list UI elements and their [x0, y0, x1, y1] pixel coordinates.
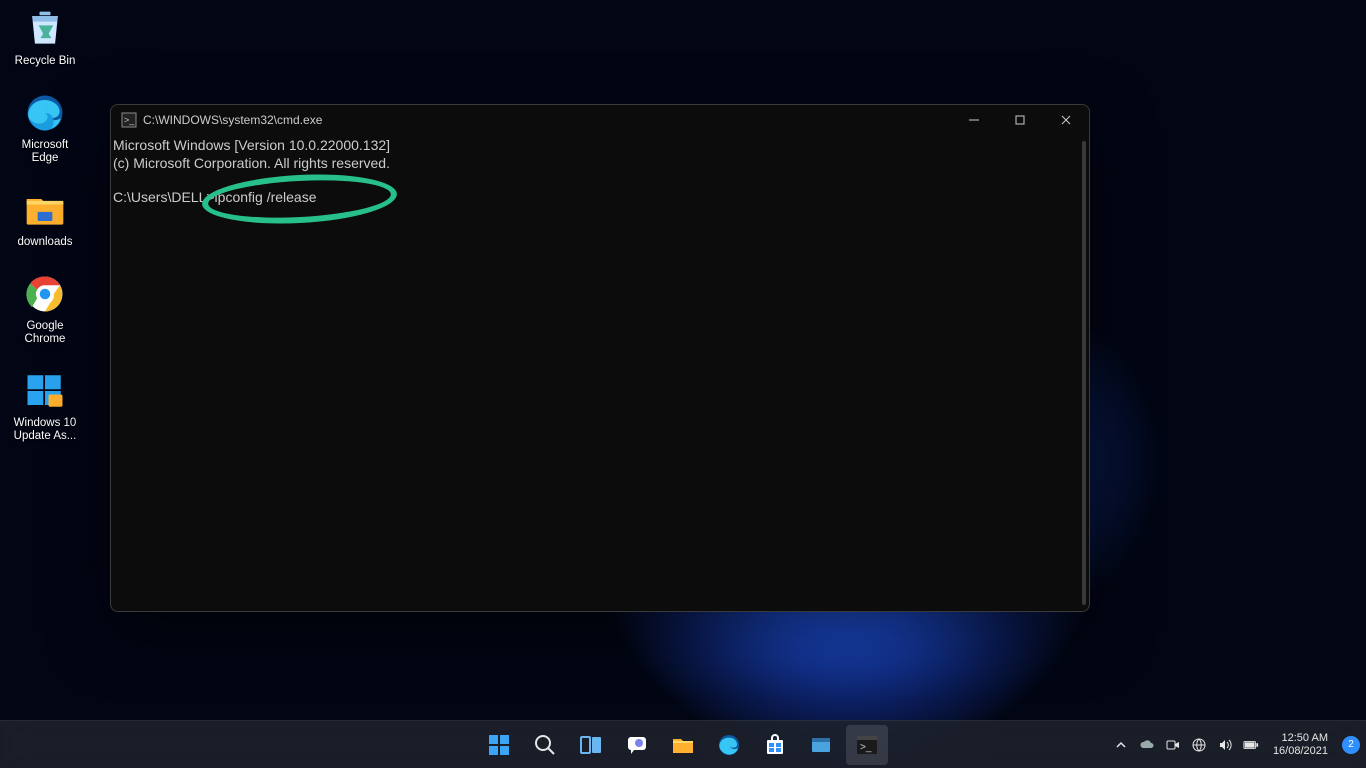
cmd-banner-line1: Microsoft Windows [Version 10.0.22000.13…	[113, 137, 390, 153]
svg-text:>_: >_	[124, 115, 135, 125]
tray-onedrive-icon[interactable]	[1139, 737, 1155, 753]
edge-icon	[22, 90, 68, 136]
taskbar-search[interactable]	[524, 725, 566, 765]
desktop-icon-downloads[interactable]: downloads	[6, 187, 84, 249]
tray-date: 16/08/2021	[1273, 745, 1328, 758]
desktop-icon-edge[interactable]: Microsoft Edge	[6, 90, 84, 165]
desktop[interactable]: Recycle Bin Microsoft Edge downloads Goo…	[0, 0, 1366, 768]
taskbar-chat[interactable]	[616, 725, 658, 765]
taskbar-taskview[interactable]	[570, 725, 612, 765]
taskbar-store[interactable]	[754, 725, 796, 765]
tray-battery-icon[interactable]	[1243, 737, 1259, 753]
cmd-app-icon: >_	[121, 112, 137, 128]
desktop-icon-label: downloads	[18, 236, 73, 249]
cmd-title-text: C:\WINDOWS\system32\cmd.exe	[143, 113, 951, 127]
chrome-icon	[22, 271, 68, 317]
taskbar-start[interactable]	[478, 725, 520, 765]
svg-text:>_: >_	[860, 742, 872, 753]
tray-volume-icon[interactable]	[1217, 737, 1233, 753]
tray-meetnow-icon[interactable]	[1165, 737, 1181, 753]
close-button[interactable]	[1043, 105, 1089, 135]
taskbar[interactable]: >_ 12:50 AM 16/08/2021 2	[0, 720, 1366, 768]
cmd-titlebar[interactable]: >_ C:\WINDOWS\system32\cmd.exe	[111, 105, 1089, 135]
maximize-button[interactable]	[997, 105, 1043, 135]
desktop-icon-label: Recycle Bin	[15, 55, 76, 68]
folder-icon	[22, 187, 68, 233]
cmd-terminal[interactable]: Microsoft Windows [Version 10.0.22000.13…	[111, 135, 1089, 611]
cmd-banner-line2: (c) Microsoft Corporation. All rights re…	[113, 155, 390, 171]
desktop-icons: Recycle Bin Microsoft Edge downloads Goo…	[6, 6, 86, 465]
desktop-icon-recycle-bin[interactable]: Recycle Bin	[6, 6, 84, 68]
tray-notification-badge[interactable]: 2	[1342, 736, 1360, 754]
minimize-button[interactable]	[951, 105, 997, 135]
tray-chevron-up-icon[interactable]	[1113, 737, 1129, 753]
taskbar-settings-app[interactable]	[800, 725, 842, 765]
desktop-icon-label: Google Chrome	[7, 320, 83, 346]
taskbar-edge[interactable]	[708, 725, 750, 765]
windows-update-icon	[22, 368, 68, 414]
taskbar-systray: 12:50 AM 16/08/2021 2	[1113, 732, 1360, 758]
taskbar-cmd[interactable]: >_	[846, 725, 888, 765]
recycle-bin-icon	[22, 6, 68, 52]
cmd-command: ipconfig /release	[215, 189, 317, 205]
desktop-icon-label: Microsoft Edge	[7, 139, 83, 165]
cmd-prompt: C:\Users\DELL>	[113, 189, 215, 205]
tray-language-icon[interactable]	[1191, 737, 1207, 753]
cmd-scrollbar[interactable]	[1082, 141, 1086, 605]
tray-icons	[1139, 737, 1259, 753]
tray-time: 12:50 AM	[1273, 732, 1328, 745]
cmd-window[interactable]: >_ C:\WINDOWS\system32\cmd.exe Microsoft…	[110, 104, 1090, 612]
tray-clock[interactable]: 12:50 AM 16/08/2021	[1273, 732, 1328, 758]
desktop-icon-label: Windows 10 Update As...	[7, 417, 83, 443]
desktop-icon-chrome[interactable]: Google Chrome	[6, 271, 84, 346]
taskbar-center: >_	[478, 725, 888, 765]
taskbar-explorer[interactable]	[662, 725, 704, 765]
desktop-icon-win10-update[interactable]: Windows 10 Update As...	[6, 368, 84, 443]
